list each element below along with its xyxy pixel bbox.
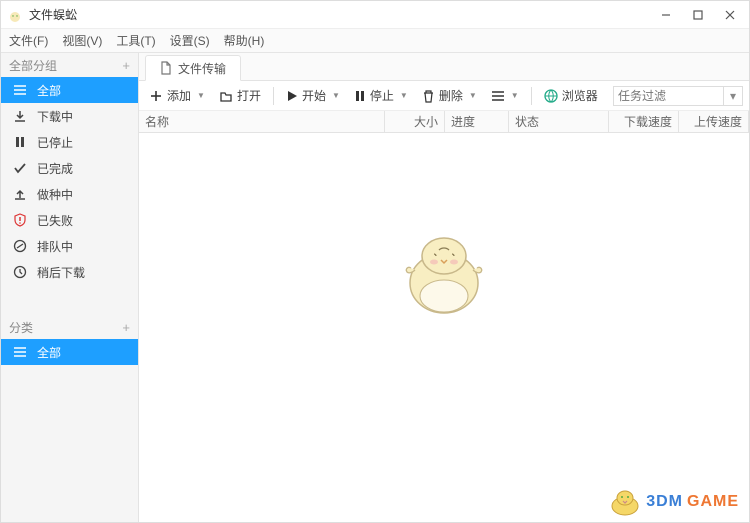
minimize-button[interactable] xyxy=(659,8,673,22)
sidebar-item-stopped[interactable]: 已停止 xyxy=(1,129,138,155)
col-status[interactable]: 状态 xyxy=(509,111,609,132)
stop-button[interactable]: 停止 ▼ xyxy=(350,85,412,106)
hamburger-icon xyxy=(13,83,27,97)
queue-icon xyxy=(13,239,27,253)
sidebar-item-later[interactable]: 稍后下载 xyxy=(1,259,138,285)
sidebar-item-label: 已停止 xyxy=(37,134,73,151)
task-list-empty xyxy=(139,133,749,522)
app-title: 文件蜈蚣 xyxy=(29,6,659,23)
menu-file[interactable]: 文件(F) xyxy=(9,32,48,49)
close-button[interactable] xyxy=(723,8,737,22)
col-upload-speed[interactable]: 上传速度 xyxy=(679,111,749,132)
caret-icon: ▼ xyxy=(469,91,477,100)
sidebar-item-label: 做种中 xyxy=(37,186,73,203)
menu-settings[interactable]: 设置(S) xyxy=(170,32,210,49)
col-name[interactable]: 名称 xyxy=(139,111,385,132)
task-filter: ▾ xyxy=(613,86,743,106)
add-category-button[interactable]: + xyxy=(122,320,130,335)
sidebar-item-label: 排队中 xyxy=(37,238,73,255)
file-icon xyxy=(160,61,172,75)
col-size[interactable]: 大小 xyxy=(385,111,445,132)
tab-file-transfer[interactable]: 文件传输 xyxy=(145,55,241,81)
sidebar-category-all[interactable]: 全部 xyxy=(1,339,138,365)
separator xyxy=(273,87,274,105)
add-group-button[interactable]: + xyxy=(122,58,130,73)
main-panel: 文件传输 添加 ▼ 打开 开始 ▼ 停止 ▼ xyxy=(139,53,749,522)
sidebar-item-failed[interactable]: 已失败 xyxy=(1,207,138,233)
watermark: 3DMGAME xyxy=(608,488,739,516)
col-progress[interactable]: 进度 xyxy=(445,111,509,132)
filter-dropdown-button[interactable]: ▾ xyxy=(723,86,743,106)
sidebar-item-label: 全部 xyxy=(37,82,61,99)
add-label: 添加 xyxy=(167,87,191,104)
open-label: 打开 xyxy=(237,87,261,104)
caret-icon: ▼ xyxy=(197,91,205,100)
app-icon xyxy=(7,7,23,23)
sidebar-item-completed[interactable]: 已完成 xyxy=(1,155,138,181)
tab-row: 文件传输 xyxy=(139,53,749,81)
filter-input[interactable] xyxy=(613,86,723,106)
browser-button[interactable]: 浏览器 xyxy=(540,85,602,106)
categories-label: 分类 xyxy=(9,319,33,336)
list-options-button[interactable]: ▼ xyxy=(487,88,523,104)
download-icon xyxy=(13,109,27,123)
hamburger-icon xyxy=(13,345,27,359)
sidebar-item-downloading[interactable]: 下载中 xyxy=(1,103,138,129)
shield-alert-icon xyxy=(13,213,27,227)
caret-icon: ▼ xyxy=(511,91,519,100)
watermark-icon xyxy=(608,488,642,516)
upload-icon xyxy=(13,187,27,201)
tab-label: 文件传输 xyxy=(178,60,226,77)
sidebar-item-label: 全部 xyxy=(37,344,61,361)
group-label: 全部分组 xyxy=(9,57,57,74)
sidebar-item-label: 已失败 xyxy=(37,212,73,229)
sidebar-item-queued[interactable]: 排队中 xyxy=(1,233,138,259)
sidebar-item-label: 下载中 xyxy=(37,108,73,125)
stop-label: 停止 xyxy=(370,87,394,104)
pause-icon xyxy=(13,135,27,149)
separator xyxy=(531,87,532,105)
col-download-speed[interactable]: 下载速度 xyxy=(609,111,679,132)
column-headers: 名称 大小 进度 状态 下载速度 上传速度 xyxy=(139,111,749,133)
caret-icon: ▼ xyxy=(400,91,408,100)
menu-view[interactable]: 视图(V) xyxy=(62,32,102,49)
menubar: 文件(F) 视图(V) 工具(T) 设置(S) 帮助(H) xyxy=(1,29,749,53)
window-controls xyxy=(659,8,743,22)
browser-label: 浏览器 xyxy=(562,87,598,104)
check-icon xyxy=(13,161,27,175)
caret-icon: ▼ xyxy=(332,91,340,100)
sidebar-item-seeding[interactable]: 做种中 xyxy=(1,181,138,207)
watermark-text-a: 3DM xyxy=(646,493,683,511)
sidebar-item-label: 已完成 xyxy=(37,160,73,177)
sidebar: 全部分组 + 全部 下载中 已停止 已完成 做种中 已失败 排队中 xyxy=(1,53,139,522)
sidebar-item-label: 稍后下载 xyxy=(37,264,85,281)
open-button[interactable]: 打开 xyxy=(215,85,265,106)
clock-icon xyxy=(13,265,27,279)
start-button[interactable]: 开始 ▼ xyxy=(282,85,344,106)
delete-label: 删除 xyxy=(439,87,463,104)
group-header-all: 全部分组 + xyxy=(1,53,138,77)
maximize-button[interactable] xyxy=(691,8,705,22)
delete-button[interactable]: 删除 ▼ xyxy=(418,85,481,106)
menu-tools[interactable]: 工具(T) xyxy=(116,32,155,49)
add-button[interactable]: 添加 ▼ xyxy=(145,85,209,106)
toolbar: 添加 ▼ 打开 开始 ▼ 停止 ▼ 删除 ▼ xyxy=(139,81,749,111)
group-header-categories: 分类 + xyxy=(1,315,138,339)
mascot-image xyxy=(389,218,499,328)
start-label: 开始 xyxy=(302,87,326,104)
menu-help[interactable]: 帮助(H) xyxy=(224,32,265,49)
sidebar-item-all[interactable]: 全部 xyxy=(1,77,138,103)
titlebar: 文件蜈蚣 xyxy=(1,1,749,29)
watermark-text-b: GAME xyxy=(687,493,739,511)
